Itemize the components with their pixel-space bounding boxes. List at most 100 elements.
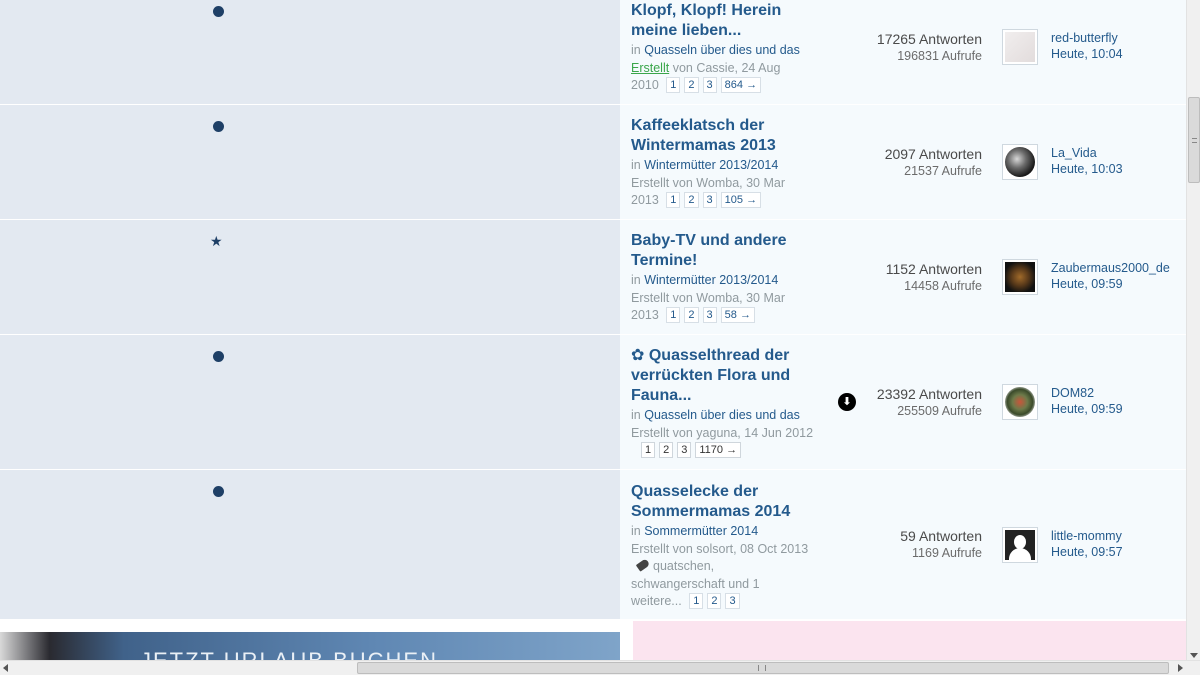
last-post-time[interactable]: Heute, 10:03 bbox=[1051, 162, 1123, 176]
last-post-user[interactable]: little-mommy bbox=[1051, 529, 1122, 543]
scroll-right-arrow-icon[interactable] bbox=[1178, 664, 1183, 672]
scroll-left-arrow-icon[interactable] bbox=[3, 664, 8, 672]
thread-icon-cell bbox=[0, 470, 620, 619]
reply-count: 59 Antworten bbox=[900, 528, 982, 544]
reply-count: 1152 Antworten bbox=[885, 261, 982, 277]
view-count: 196831 Aufrufe bbox=[897, 49, 982, 63]
view-count: 255509 Aufrufe bbox=[897, 404, 982, 418]
thread-meta: in Sommermütter 2014 Erstellt von solsor… bbox=[631, 523, 821, 611]
in-label: in bbox=[631, 158, 641, 172]
tag-link[interactable]: quatschen, bbox=[653, 559, 714, 573]
last-page-link[interactable]: 105 → bbox=[720, 192, 762, 208]
last-page-link[interactable]: 58 → bbox=[720, 307, 755, 323]
created-by: Erstellt von yaguna, 14 Jun 2012 bbox=[631, 425, 814, 440]
last-post-time[interactable]: Heute, 09:57 bbox=[1051, 545, 1123, 559]
grip-icon bbox=[1192, 138, 1197, 143]
thread-title-link[interactable]: Klopf, Klopf! Herein meine lieben... bbox=[631, 1, 821, 41]
ad-banner[interactable]: JETZT URLAUB BUCHEN bbox=[0, 632, 620, 660]
last-post-user[interactable]: red-butterfly bbox=[1051, 31, 1118, 45]
avatar[interactable] bbox=[1002, 144, 1038, 180]
ad-banner-pink[interactable] bbox=[633, 621, 1186, 660]
reply-count: 23392 Antworten bbox=[876, 386, 982, 402]
thread-stats: 17265 Antworten 196831 Aufrufe bbox=[840, 31, 982, 65]
thread-stats: 23392 Antworten 255509 Aufrufe bbox=[840, 386, 982, 420]
created-by: Erstellt von solsort, 08 Oct 2013 bbox=[631, 541, 809, 556]
thread-stats: 1152 Antworten 14458 Aufrufe bbox=[840, 261, 982, 295]
last-post-user[interactable]: Zaubermaus2000_de bbox=[1051, 261, 1170, 275]
created-year: 2010 bbox=[631, 78, 659, 92]
dot-icon bbox=[213, 6, 224, 17]
forum-link[interactable]: Quasseln über dies und das bbox=[644, 408, 800, 422]
avatar[interactable] bbox=[1002, 527, 1038, 563]
page-link[interactable]: 1 bbox=[666, 77, 681, 93]
thread-title-link[interactable]: Quasselecke der Sommermamas 2014 bbox=[631, 482, 821, 522]
dot-icon bbox=[213, 351, 224, 362]
thread-icon-cell bbox=[0, 335, 620, 469]
avatar-image bbox=[1005, 262, 1035, 292]
thread-stats: 2097 Antworten 21537 Aufrufe bbox=[840, 146, 982, 180]
thread-stats: 59 Antworten 1169 Aufrufe bbox=[840, 528, 982, 562]
forum-link[interactable]: Quasseln über dies und das bbox=[644, 43, 800, 57]
dot-icon bbox=[213, 121, 224, 132]
last-post-user[interactable]: La_Vida bbox=[1051, 146, 1097, 160]
avatar-image bbox=[1005, 32, 1035, 62]
in-label: in bbox=[631, 408, 641, 422]
page-link[interactable]: 3 bbox=[702, 192, 717, 208]
page-link[interactable]: 1 bbox=[666, 192, 681, 208]
page-link[interactable]: 3 bbox=[702, 77, 717, 93]
last-post-time[interactable]: Heute, 09:59 bbox=[1051, 277, 1123, 291]
more-tags-link[interactable]: weitere... bbox=[631, 594, 682, 608]
view-count: 14458 Aufrufe bbox=[904, 279, 982, 293]
page-link[interactable]: 1 bbox=[689, 593, 704, 609]
page-link[interactable]: 2 bbox=[684, 77, 699, 93]
ad-banner-text: JETZT URLAUB BUCHEN bbox=[140, 648, 438, 660]
last-page-link[interactable]: 1170 → bbox=[695, 442, 742, 458]
thread-title-link[interactable]: Kaffeeklatsch der Wintermamas 2013 bbox=[631, 116, 821, 156]
last-post: Zaubermaus2000_de Heute, 09:59 bbox=[1051, 260, 1170, 292]
horizontal-scrollbar-thumb[interactable] bbox=[357, 662, 1169, 674]
page-link[interactable]: 3 bbox=[677, 442, 692, 458]
last-page-link[interactable]: 864 → bbox=[720, 77, 762, 93]
page-link[interactable]: 3 bbox=[725, 593, 740, 609]
last-post: DOM82 Heute, 09:59 bbox=[1051, 385, 1123, 417]
page-link[interactable]: 1 bbox=[641, 442, 656, 458]
created-by: Erstellt von Womba, 30 Mar bbox=[631, 290, 785, 305]
last-post: La_Vida Heute, 10:03 bbox=[1051, 145, 1123, 177]
forum-thread-list: Klopf, Klopf! Herein meine lieben... in … bbox=[0, 0, 1186, 660]
thread-title-link[interactable]: ✿ Quasselthread der verrückten Flora und… bbox=[631, 346, 821, 406]
last-post-time[interactable]: Heute, 09:59 bbox=[1051, 402, 1123, 416]
last-post-user[interactable]: DOM82 bbox=[1051, 386, 1094, 400]
page-link[interactable]: 2 bbox=[707, 593, 722, 609]
last-post: little-mommy Heute, 09:57 bbox=[1051, 528, 1123, 560]
view-count: 21537 Aufrufe bbox=[904, 164, 982, 178]
created-year: 2013 bbox=[631, 308, 659, 322]
vertical-scrollbar[interactable] bbox=[1186, 0, 1200, 660]
reply-count: 2097 Antworten bbox=[884, 146, 982, 162]
forum-link[interactable]: Wintermütter 2013/2014 bbox=[644, 158, 778, 172]
forum-link[interactable]: Sommermütter 2014 bbox=[644, 524, 758, 538]
page-link[interactable]: 3 bbox=[702, 307, 717, 323]
page-link[interactable]: 2 bbox=[684, 307, 699, 323]
created-by: von Cassie, 24 Aug bbox=[672, 60, 781, 75]
vertical-scrollbar-thumb[interactable] bbox=[1188, 97, 1200, 183]
page-link[interactable]: 1 bbox=[666, 307, 681, 323]
last-post-time[interactable]: Heute, 10:04 bbox=[1051, 47, 1123, 61]
thread-meta: in Wintermütter 2013/2014 Erstellt von W… bbox=[631, 272, 821, 325]
forum-link[interactable]: Wintermütter 2013/2014 bbox=[644, 273, 778, 287]
scroll-down-arrow-icon[interactable] bbox=[1190, 653, 1198, 658]
thread-title-link[interactable]: Baby-TV und andere Termine! bbox=[631, 231, 821, 271]
page-link[interactable]: 2 bbox=[659, 442, 674, 458]
tag-list: schwangerschaft und 1 bbox=[631, 576, 760, 591]
created-by: Erstellt von Womba, 30 Mar bbox=[631, 175, 785, 190]
thread-meta: in Quasseln über dies und das Erstellt v… bbox=[631, 407, 831, 460]
last-post: red-butterfly Heute, 10:04 bbox=[1051, 30, 1123, 62]
created-link[interactable]: Erstellt bbox=[631, 61, 669, 75]
grip-icon bbox=[758, 665, 766, 671]
dot-icon bbox=[213, 486, 224, 497]
avatar[interactable] bbox=[1002, 259, 1038, 295]
default-avatar-icon bbox=[1005, 530, 1035, 560]
horizontal-scrollbar[interactable] bbox=[0, 660, 1200, 675]
avatar[interactable] bbox=[1002, 29, 1038, 65]
avatar[interactable] bbox=[1002, 384, 1038, 420]
page-link[interactable]: 2 bbox=[684, 192, 699, 208]
